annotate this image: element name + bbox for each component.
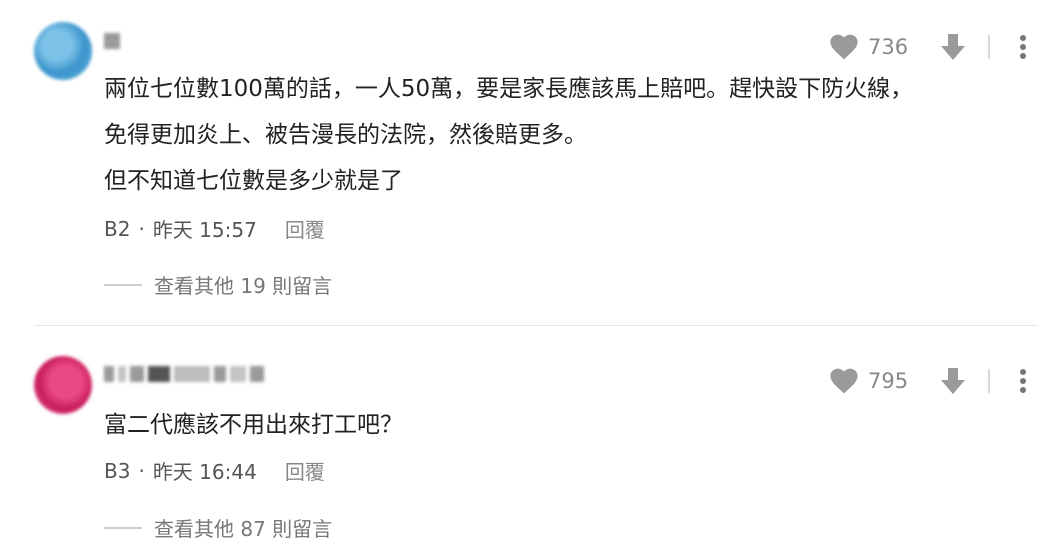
comment-b3: 795 富二代應該不用出來打工吧？ B3 · 昨天 16:44 回覆 查看其他 … xyxy=(0,330,1056,545)
reply-line-icon xyxy=(104,283,142,286)
view-more-replies-label: 查看其他 19 則留言 xyxy=(154,274,333,298)
more-vertical-icon[interactable] xyxy=(1010,366,1036,396)
like-count: 795 xyxy=(868,369,909,393)
view-more-replies-link[interactable]: 查看其他 19 則留言 xyxy=(104,270,332,299)
timestamp: 昨天 16:44 xyxy=(152,460,257,484)
comment-actions: 736 xyxy=(828,32,1036,62)
comment-line: 富二代應該不用出來打工吧？ xyxy=(104,412,403,438)
more-vertical-icon[interactable] xyxy=(1010,32,1036,62)
username-blurred[interactable] xyxy=(104,33,120,51)
heart-icon[interactable] xyxy=(828,33,860,61)
comment-body: 兩位七位數100萬的話，一人50萬，要是家長應該馬上賠吧。趕快設下防火線， 免得… xyxy=(104,66,1036,204)
floor-label: B2 xyxy=(104,216,131,241)
reply-button[interactable]: 回覆 xyxy=(285,214,325,243)
separator-dot: · xyxy=(138,216,145,241)
comment-actions: 795 xyxy=(828,366,1036,396)
like-count: 736 xyxy=(868,35,909,59)
divider-bar xyxy=(988,35,990,59)
reply-line-icon xyxy=(104,526,142,529)
view-more-replies-link[interactable]: 查看其他 87 則留言 xyxy=(104,513,332,542)
view-more-replies-label: 查看其他 87 則留言 xyxy=(154,517,333,541)
comment-divider xyxy=(34,325,1038,326)
timestamp: 昨天 15:57 xyxy=(152,218,257,242)
floor-label: B3 xyxy=(104,458,131,483)
comment-b2: 736 兩位七位數100萬的話，一人50萬，要是家長應該馬上賠吧。趕快設下防火線… xyxy=(0,0,1056,320)
avatar[interactable] xyxy=(34,22,92,80)
reply-button[interactable]: 回覆 xyxy=(285,456,325,485)
comment-line: 但不知道七位數是多少就是了 xyxy=(104,168,403,194)
separator-dot: · xyxy=(138,458,145,483)
avatar[interactable] xyxy=(34,356,92,414)
thumb-down-arrow-icon[interactable] xyxy=(936,366,970,396)
username-blurred[interactable] xyxy=(104,366,264,384)
thumb-down-arrow-icon[interactable] xyxy=(936,32,970,62)
comment-meta: B2 · 昨天 15:57 回覆 xyxy=(104,214,325,243)
comment-meta: B3 · 昨天 16:44 回覆 xyxy=(104,456,325,485)
comment-body: 富二代應該不用出來打工吧？ xyxy=(104,402,1036,448)
comment-line: 兩位七位數100萬的話，一人50萬，要是家長應該馬上賠吧。趕快設下防火線， xyxy=(104,76,914,102)
comment-line: 免得更加炎上、被告漫長的法院，然後賠更多。 xyxy=(104,122,587,148)
divider-bar xyxy=(988,369,990,393)
heart-icon[interactable] xyxy=(828,367,860,395)
